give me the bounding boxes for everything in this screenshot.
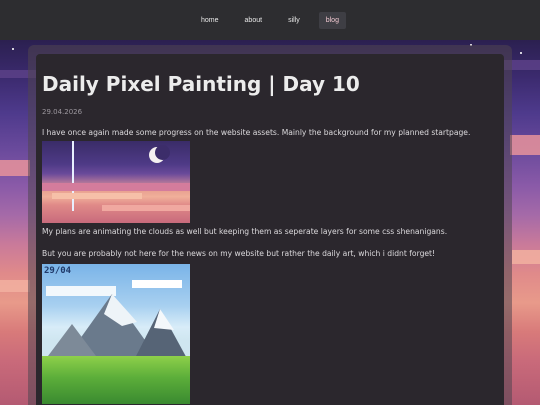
- cloud-layer: [52, 193, 142, 199]
- post-date: 29.04.2026: [42, 108, 83, 116]
- post-paragraph: I have once again made some progress on …: [42, 128, 471, 137]
- daily-art-image: 29/04: [42, 264, 190, 404]
- grass-field: [42, 356, 190, 404]
- background-cloud: [510, 135, 540, 155]
- post-paragraph: My plans are animating the clouds as wel…: [42, 227, 448, 236]
- moon-shadow: [155, 145, 170, 160]
- background-cloud: [512, 250, 540, 264]
- post-paragraph: But you are probably not here for the ne…: [42, 249, 436, 258]
- star: [520, 52, 522, 54]
- top-navigation: home about silly blog: [0, 0, 540, 40]
- cloud-layer: [102, 205, 190, 211]
- post-title: Daily Pixel Painting | Day 10: [42, 72, 360, 96]
- nav-link-about[interactable]: about: [238, 12, 270, 29]
- star: [12, 48, 14, 50]
- nav-link-silly[interactable]: silly: [281, 12, 307, 29]
- nav-link-home[interactable]: home: [194, 12, 226, 29]
- cloud-layer: [42, 183, 190, 191]
- art-date-label: 29/04: [44, 266, 72, 276]
- background-cloud: [0, 280, 30, 292]
- blog-post-panel: Daily Pixel Painting | Day 10 29.04.2026…: [36, 54, 504, 405]
- startpage-background-image: [42, 141, 190, 223]
- nav-link-blog[interactable]: blog: [318, 11, 346, 29]
- light-beam: [72, 141, 74, 211]
- background-cloud: [0, 160, 30, 176]
